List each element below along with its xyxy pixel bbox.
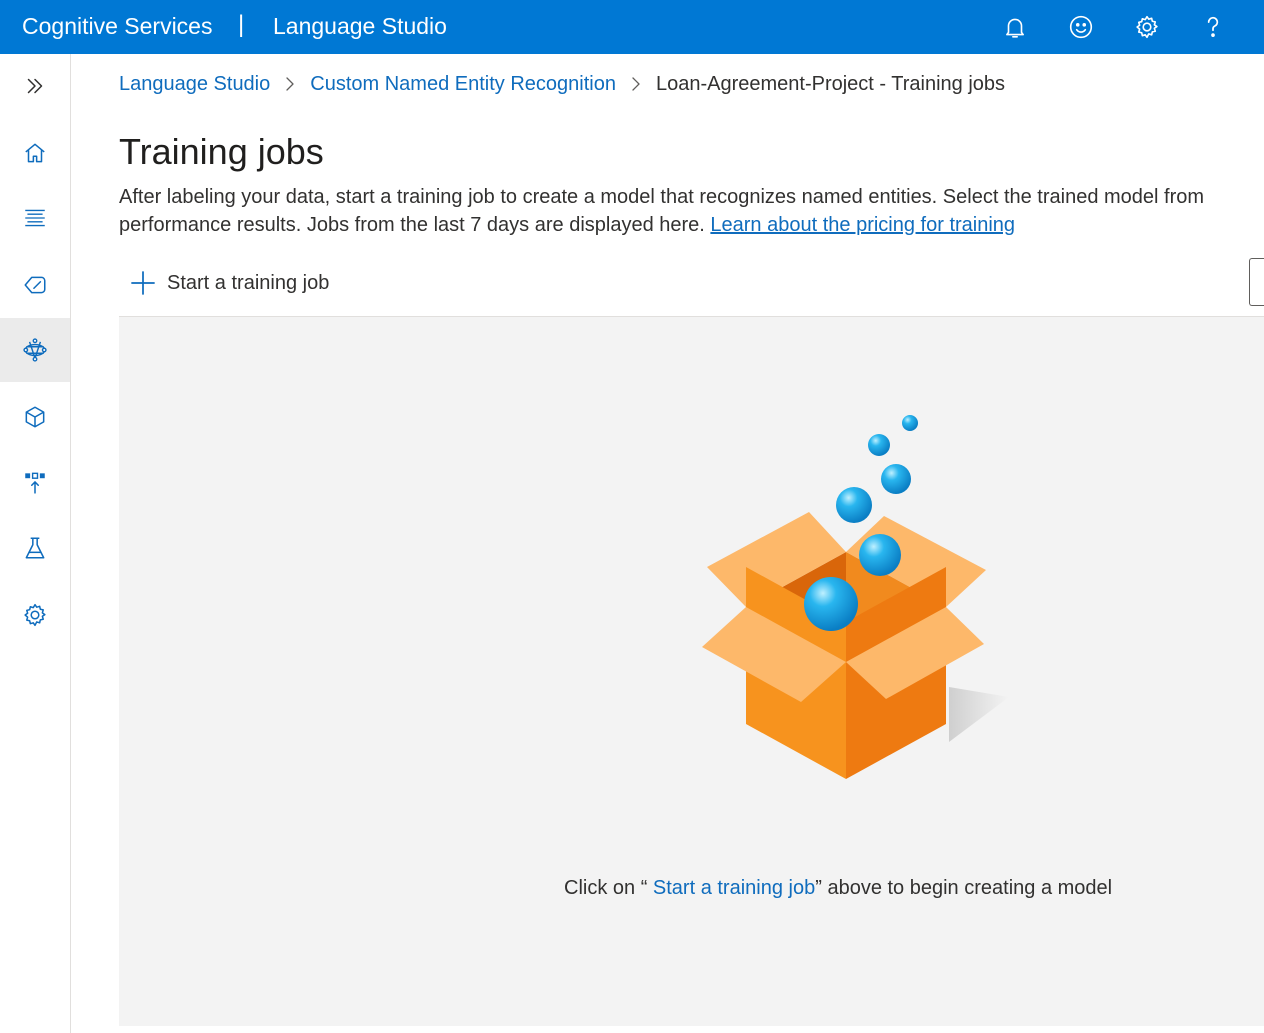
description-line-2: performance results. Jobs from the last … (119, 211, 1264, 239)
nav-expand-button[interactable] (0, 54, 70, 118)
command-bar: Start a training job (119, 258, 1264, 316)
nav-tags[interactable] (0, 253, 70, 317)
nav-training-jobs[interactable] (0, 318, 70, 382)
empty-state-panel: Click on “ Start a training job” above t… (119, 316, 1264, 1026)
breadcrumb: Language Studio Custom Named Entity Reco… (119, 70, 1005, 98)
nav-settings[interactable] (0, 583, 70, 647)
empty-message-prefix: Click on “ (564, 877, 653, 899)
chevron-double-right-icon (27, 78, 43, 94)
nav-test[interactable] (0, 516, 70, 580)
chevron-right-icon (270, 77, 310, 91)
page-title: Training jobs (119, 131, 324, 172)
description-text: performance results. Jobs from the last … (119, 214, 711, 236)
top-bar: Cognitive Services | Language Studio (0, 0, 1264, 54)
empty-message-suffix: ” above to begin creating a model (815, 877, 1113, 899)
smiley-icon[interactable] (1063, 9, 1099, 45)
cube-icon (25, 406, 45, 428)
breadcrumb-language-studio[interactable]: Language Studio (119, 73, 270, 96)
model-network-icon (23, 338, 47, 362)
help-icon[interactable] (1195, 9, 1231, 45)
home-icon (25, 143, 45, 163)
nav-models[interactable] (0, 385, 70, 449)
bell-icon[interactable] (997, 9, 1033, 45)
deploy-icon (25, 472, 45, 494)
open-box-illustration (702, 415, 1009, 779)
chevron-right-icon (616, 77, 656, 91)
page-description: After labeling your data, start a traini… (119, 183, 1264, 239)
tag-icon (24, 276, 46, 294)
flask-icon (25, 537, 45, 559)
nav-home[interactable] (0, 121, 70, 185)
breadcrumb-custom-ner[interactable]: Custom Named Entity Recognition (310, 73, 616, 96)
search-box-edge[interactable] (1249, 258, 1264, 306)
plus-icon (131, 271, 155, 295)
text-lines-icon (25, 209, 45, 227)
start-training-job-button[interactable]: Start a training job (129, 268, 329, 298)
gear-icon[interactable] (1129, 9, 1165, 45)
empty-state-message: Click on “ Start a training job” above t… (564, 877, 1112, 900)
start-training-job-label: Start a training job (167, 271, 330, 294)
brand-title[interactable]: Cognitive Services (22, 12, 212, 40)
nav-deploy[interactable] (0, 450, 70, 514)
product-title[interactable]: Language Studio (273, 12, 447, 40)
title-separator: | (238, 11, 245, 38)
description-line-1: After labeling your data, start a traini… (119, 186, 1205, 208)
nav-data-labeling[interactable] (0, 186, 70, 250)
gear-icon (24, 603, 46, 627)
breadcrumb-current: Loan-Agreement-Project - Training jobs (655, 72, 1006, 95)
left-nav (0, 54, 71, 1033)
pricing-link[interactable]: Learn about the pricing for training (710, 214, 1015, 236)
empty-start-training-link[interactable]: Start a training job (653, 877, 815, 899)
